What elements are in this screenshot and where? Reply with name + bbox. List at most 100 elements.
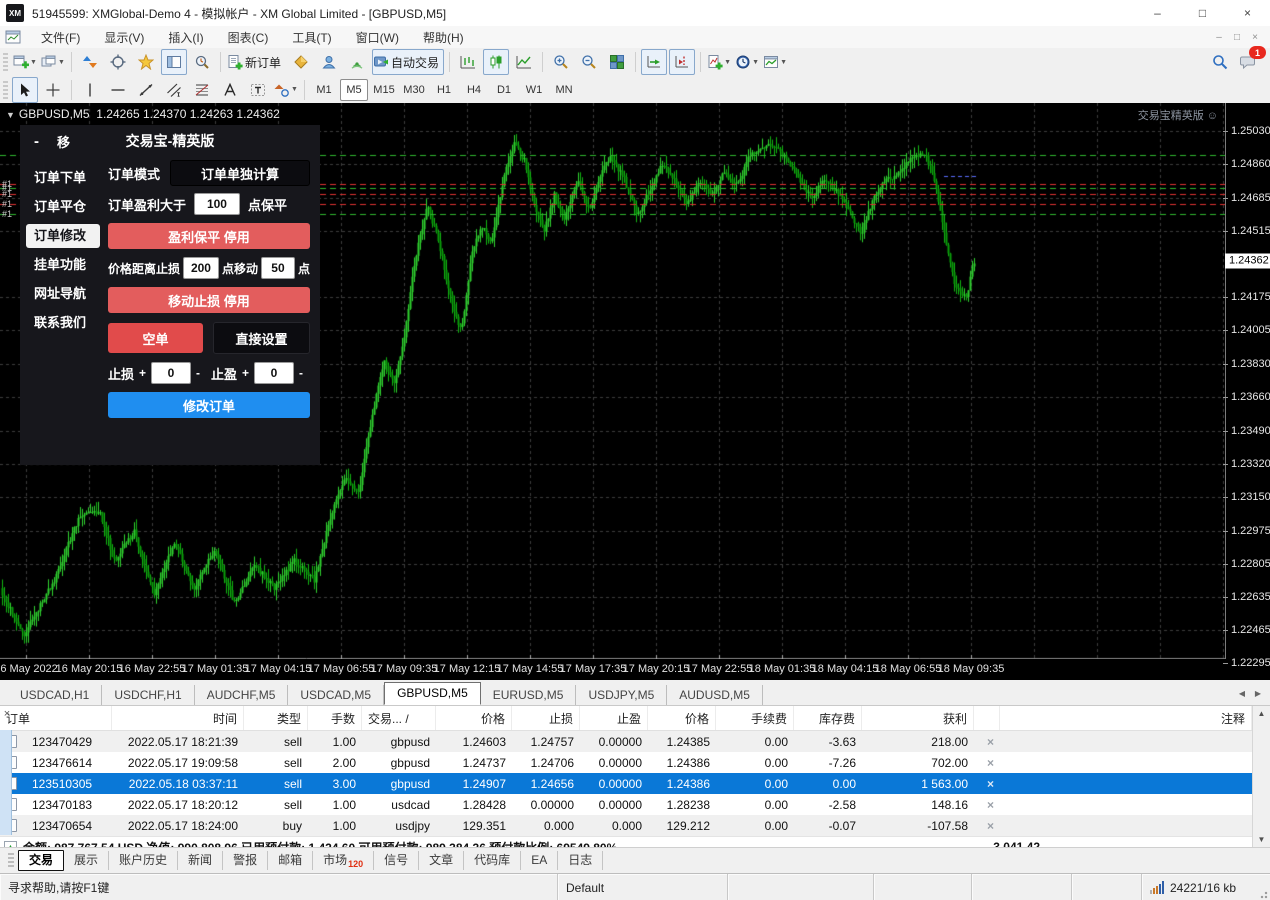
toolbar-grip[interactable] bbox=[3, 53, 8, 71]
terminal-tab-交易[interactable]: 交易 bbox=[18, 850, 64, 871]
trade-row[interactable]: 1234706542022.05.17 18:24:00buy1.00usdjp… bbox=[0, 815, 1252, 836]
close-order-icon[interactable]: × bbox=[987, 798, 994, 812]
menu-item-w[interactable]: 窗口(W) bbox=[344, 27, 411, 48]
stoploss-minus-button[interactable]: - bbox=[196, 366, 200, 380]
chart-tab-audusdm5[interactable]: AUDUSD,M5 bbox=[667, 685, 763, 705]
status-template[interactable]: Default bbox=[558, 874, 728, 900]
chart-tab-gbpusdm5[interactable]: GBPUSD,M5 bbox=[384, 682, 481, 705]
trailing-step-input[interactable]: 50 bbox=[261, 257, 295, 279]
direct-settings-button[interactable]: 直接设置 bbox=[213, 322, 310, 354]
panel-menu-item-3[interactable]: 挂单功能 bbox=[26, 253, 100, 277]
tile-windows-button[interactable] bbox=[604, 49, 630, 75]
timeframe-w1[interactable]: W1 bbox=[520, 79, 548, 101]
column-header-11[interactable]: 获利 bbox=[862, 706, 974, 730]
chart-tab-eurusdm5[interactable]: EURUSD,M5 bbox=[481, 685, 577, 705]
close-order-icon[interactable]: × bbox=[987, 819, 994, 833]
panel-menu-item-4[interactable]: 网址导航 bbox=[26, 282, 100, 306]
zoom-out-button[interactable] bbox=[576, 49, 602, 75]
terminal-scrollbar[interactable]: ▲ ▼ bbox=[1252, 706, 1270, 847]
timeframe-mn[interactable]: MN bbox=[550, 79, 578, 101]
periods-button[interactable]: ▼ bbox=[734, 49, 760, 75]
equidistant-channel-button[interactable] bbox=[161, 77, 187, 103]
close-order-cell[interactable]: × bbox=[974, 815, 1000, 836]
column-header-9[interactable]: 手续费 bbox=[716, 706, 794, 730]
timeframe-m15[interactable]: M15 bbox=[370, 79, 398, 101]
price-axis[interactable]: 1.250301.248601.246851.245151.241751.240… bbox=[1225, 103, 1270, 659]
new-order-button[interactable]: 新订单 bbox=[226, 49, 286, 75]
column-header-12[interactable] bbox=[974, 706, 1000, 730]
panel-menu-item-1[interactable]: 订单平仓 bbox=[26, 195, 100, 219]
close-button[interactable]: × bbox=[1225, 0, 1270, 26]
navigator-button[interactable] bbox=[133, 49, 159, 75]
modify-order-button[interactable]: 修改订单 bbox=[108, 392, 310, 418]
bar-chart-button[interactable] bbox=[455, 49, 481, 75]
takeprofit-input[interactable]: 0 bbox=[254, 362, 294, 384]
close-order-icon[interactable]: × bbox=[987, 735, 994, 749]
menu-item-i[interactable]: 插入(I) bbox=[156, 27, 215, 48]
text-button[interactable] bbox=[217, 77, 243, 103]
trailing-stop-toggle-button[interactable]: 移动止损 停用 bbox=[108, 287, 310, 313]
menu-item-h[interactable]: 帮助(H) bbox=[411, 27, 476, 48]
scroll-down-icon[interactable]: ▼ bbox=[1253, 835, 1270, 844]
terminal-tab-ea[interactable]: EA bbox=[521, 851, 558, 870]
child-restore-icon[interactable]: □ bbox=[1228, 32, 1246, 43]
trade-row[interactable]: 1234766142022.05.17 19:09:58sell2.00gbpu… bbox=[0, 752, 1252, 773]
panel-menu-item-5[interactable]: 联系我们 bbox=[26, 311, 100, 335]
menu-item-v[interactable]: 显示(V) bbox=[92, 27, 156, 48]
child-close-icon[interactable]: × bbox=[1246, 32, 1264, 43]
timeframe-m30[interactable]: M30 bbox=[400, 79, 428, 101]
metaeditor-button[interactable] bbox=[288, 49, 314, 75]
chart-tab-usdchfh1[interactable]: USDCHF,H1 bbox=[102, 685, 194, 705]
trailing-distance-input[interactable]: 200 bbox=[183, 257, 219, 279]
shapes-button[interactable]: ▼ bbox=[273, 77, 299, 103]
terminal-tab-市场[interactable]: 市场120 bbox=[313, 851, 374, 870]
crosshair-button[interactable] bbox=[40, 77, 66, 103]
signals-button[interactable] bbox=[344, 49, 370, 75]
takeprofit-minus-button[interactable]: - bbox=[299, 366, 303, 380]
chart-tab-audchfm5[interactable]: AUDCHF,M5 bbox=[195, 685, 289, 705]
order-mode-button[interactable]: 订单单独计算 bbox=[170, 160, 310, 186]
templates-button[interactable]: ▼ bbox=[762, 49, 788, 75]
chart-tab-usdcadh1[interactable]: USDCAD,H1 bbox=[8, 685, 102, 705]
column-header-1[interactable]: 时间 bbox=[112, 706, 244, 730]
timeframe-d1[interactable]: D1 bbox=[490, 79, 518, 101]
column-header-7[interactable]: 止盈 bbox=[580, 706, 648, 730]
fibonacci-button[interactable] bbox=[189, 77, 215, 103]
tabs-scroll-right-icon[interactable]: ▶ bbox=[1250, 689, 1266, 698]
close-order-cell[interactable]: × bbox=[974, 752, 1000, 773]
terminal-tab-邮箱[interactable]: 邮箱 bbox=[268, 851, 313, 870]
time-axis[interactable]: 16 May 202216 May 20:1516 May 22:5517 Ma… bbox=[0, 659, 1226, 680]
notifications-button[interactable]: 1 bbox=[1235, 49, 1261, 75]
tabs-scroll-left-icon[interactable]: ◀ bbox=[1234, 689, 1250, 698]
chart-shift-button[interactable] bbox=[669, 49, 695, 75]
market-watch-button[interactable] bbox=[77, 49, 103, 75]
timeframe-m1[interactable]: M1 bbox=[310, 79, 338, 101]
terminal-tab-警报[interactable]: 警报 bbox=[223, 851, 268, 870]
line-chart-button[interactable] bbox=[511, 49, 537, 75]
close-order-cell[interactable]: × bbox=[974, 773, 1000, 794]
terminal-tab-账户历史[interactable]: 账户历史 bbox=[109, 851, 178, 870]
data-window-button[interactable] bbox=[105, 49, 131, 75]
takeprofit-plus-button[interactable]: + bbox=[242, 366, 249, 380]
auto-scroll-button[interactable] bbox=[641, 49, 667, 75]
stoploss-plus-button[interactable]: + bbox=[139, 366, 146, 380]
chart-area[interactable]: ▼GBPUSD,M5 1.24265 1.24370 1.24263 1.243… bbox=[0, 103, 1270, 680]
timeframe-h4[interactable]: H4 bbox=[460, 79, 488, 101]
zoom-in-button[interactable] bbox=[548, 49, 574, 75]
column-header-13[interactable]: 注释 bbox=[1000, 706, 1252, 730]
minimize-button[interactable]: – bbox=[1135, 0, 1180, 26]
indicators-button[interactable]: ▼ bbox=[706, 49, 732, 75]
profiles-button[interactable]: ▼ bbox=[40, 49, 66, 75]
maximize-button[interactable]: □ bbox=[1180, 0, 1225, 26]
sell-order-button[interactable]: 空单 bbox=[108, 323, 203, 353]
strategy-tester-button[interactable] bbox=[189, 49, 215, 75]
child-minimize-icon[interactable]: – bbox=[1210, 32, 1228, 43]
close-order-icon[interactable]: × bbox=[987, 756, 994, 770]
text-label-button[interactable] bbox=[245, 77, 271, 103]
terminal-button[interactable] bbox=[161, 49, 187, 75]
resize-grip[interactable] bbox=[1258, 889, 1268, 899]
panel-collapse-button[interactable]: - bbox=[34, 133, 39, 150]
chart-tab-usdjpym5[interactable]: USDJPY,M5 bbox=[576, 685, 667, 705]
column-header-2[interactable]: 类型 bbox=[244, 706, 308, 730]
horizontal-line-button[interactable] bbox=[105, 77, 131, 103]
